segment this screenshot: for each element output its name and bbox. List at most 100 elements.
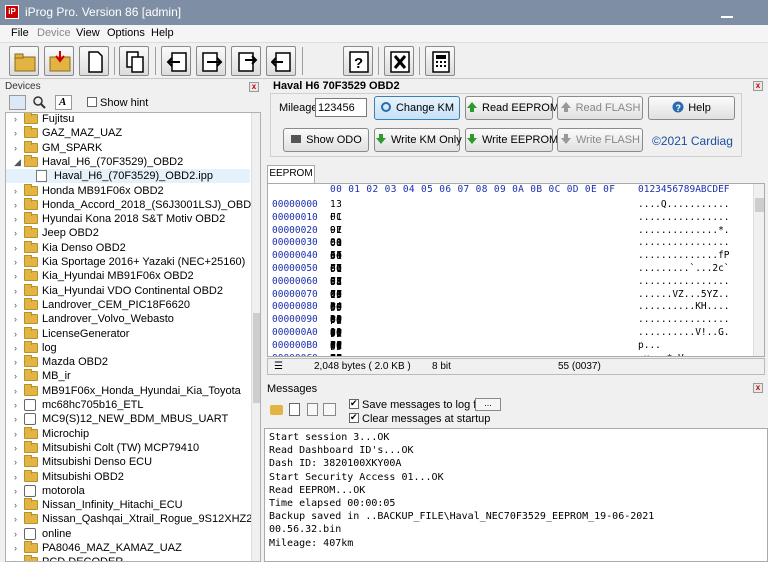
chevron-right-icon[interactable]: › (14, 269, 22, 283)
tree-item[interactable]: › MC9(S)12_NEW_BDM_MBUS_UART (6, 412, 250, 426)
tree-item[interactable]: › Nissan_Qashqai_Xtrail_Rogue_9S12XHZ256_… (6, 512, 260, 526)
write-eeprom-button[interactable]: Write EEPROM (465, 128, 558, 152)
devices-scrollbar[interactable] (251, 113, 260, 561)
show-odo-button[interactable]: Show ODO (283, 128, 369, 152)
tree-item[interactable]: › MB91F06x_Honda_Hyundai_Kia_Toyota (6, 383, 250, 398)
menu-view[interactable]: View (76, 27, 100, 39)
tree-item[interactable]: › MB_ir (6, 369, 250, 383)
close-icon[interactable] (384, 46, 414, 76)
chevron-right-icon[interactable]: › (14, 384, 22, 398)
tree-view-icon[interactable] (9, 95, 26, 110)
read-flash-button[interactable]: Read FLASH (557, 96, 643, 120)
chevron-right-icon[interactable]: › (14, 255, 22, 269)
tree-item[interactable]: › Fujitsu (6, 113, 250, 126)
chevron-right-icon[interactable]: › (14, 398, 22, 412)
read-eeprom-button[interactable]: Read EEPROM (465, 96, 559, 120)
chevron-right-icon[interactable]: › (14, 427, 22, 441)
chevron-right-icon[interactable]: › (14, 126, 22, 140)
tree-item[interactable]: › Mitsubishi Denso ECU (6, 455, 250, 469)
new-file-icon[interactable] (79, 46, 109, 76)
chevron-right-icon[interactable]: › (14, 341, 22, 355)
brush-icon[interactable] (270, 405, 283, 415)
chevron-right-icon[interactable]: › (14, 527, 22, 541)
menu-help[interactable]: Help (151, 27, 174, 39)
tree-item[interactable]: ◢ Haval_H6_(70F3529)_OBD2 (6, 154, 250, 169)
chevron-right-icon[interactable]: › (14, 555, 22, 561)
mileage-input[interactable] (315, 98, 367, 117)
clear-startup-checkbox[interactable]: Clear messages at startup (349, 412, 490, 425)
tree-item[interactable]: › Kia_Hyundai MB91F06x OBD2 (6, 269, 250, 283)
chevron-right-icon[interactable]: › (14, 484, 22, 498)
minimize-icon[interactable] (721, 6, 733, 18)
tree-item[interactable]: › online (6, 527, 250, 541)
edit-icon[interactable] (231, 46, 261, 76)
copy-icon[interactable] (119, 46, 149, 76)
tree-item[interactable]: › Landrover_CEM_PIC18F6620 (6, 297, 250, 312)
menu-icon[interactable]: ☰ (274, 361, 283, 372)
tree-item[interactable]: › Jeep OBD2 (6, 226, 250, 240)
chevron-right-icon[interactable]: › (14, 470, 22, 484)
browse-log-button[interactable]: ... (475, 398, 501, 411)
chevron-right-icon[interactable]: › (14, 198, 22, 212)
tree-item[interactable]: › Honda MB91F06x OBD2 (6, 183, 250, 198)
tab-eeprom[interactable]: EEPROM (267, 165, 315, 183)
tree-item[interactable]: › Honda_Accord_2018_(S6J3001LSJ)_OBD2 (6, 197, 257, 212)
chevron-right-icon[interactable]: › (14, 498, 22, 512)
show-hint-checkbox[interactable]: Show hint (87, 97, 148, 109)
chevron-right-icon[interactable]: › (14, 441, 22, 455)
chevron-right-icon[interactable]: › (14, 327, 22, 341)
tree-item[interactable]: › motorola (6, 484, 250, 498)
tree-item[interactable]: › Microchip (6, 426, 250, 441)
tree-item[interactable]: › LicenseGenerator (6, 326, 250, 341)
font-icon[interactable]: A (55, 95, 72, 110)
change-km-button[interactable]: Change KM (374, 96, 460, 120)
help-button[interactable]: ? Help (648, 96, 735, 120)
tree-item[interactable]: › mc68hc705b16_ETL (6, 398, 250, 412)
chevron-right-icon[interactable]: › (14, 141, 22, 155)
tree-item[interactable]: › Kia Sportage 2016+ Yazaki (NEC+25160) (6, 255, 250, 269)
chevron-right-icon[interactable]: › (14, 455, 22, 469)
panel-close-icon[interactable]: x (753, 81, 763, 91)
write-km-only-button[interactable]: Write KM Only (374, 128, 462, 152)
tree-item[interactable]: › Mazda OBD2 (6, 355, 250, 369)
tree-item[interactable]: › Kia Denso OBD2 (6, 240, 250, 255)
log-icon[interactable] (289, 403, 300, 416)
search-icon[interactable] (32, 95, 49, 110)
tree-item[interactable]: › Nissan_Infinity_Hitachi_ECU (6, 498, 250, 512)
scrollbar-thumb[interactable] (755, 198, 764, 212)
chevron-right-icon[interactable]: › (14, 355, 22, 369)
tree-item[interactable]: › GAZ_MAZ_UAZ (6, 126, 250, 140)
tree-item[interactable]: › GM_SPARK (6, 140, 250, 155)
chevron-right-icon[interactable]: › (14, 412, 22, 426)
tree-item[interactable]: › Mitsubishi OBD2 (6, 469, 250, 484)
tree-item[interactable]: › PCD DECODER (6, 555, 250, 561)
tree-item[interactable]: › Kia_Hyundai VDO Continental OBD2 (6, 283, 250, 298)
chevron-right-icon[interactable]: › (14, 113, 22, 126)
tree-item[interactable]: › Hyundai Kona 2018 S&T Motiv OBD2 (6, 212, 250, 226)
chevron-down-icon[interactable]: ◢ (14, 155, 22, 169)
chevron-right-icon[interactable]: › (14, 512, 22, 526)
arrow-right-icon[interactable] (196, 46, 226, 76)
copy-icon[interactable] (307, 403, 318, 416)
chevron-right-icon[interactable]: › (14, 312, 22, 326)
calculator-icon[interactable] (425, 46, 455, 76)
tree-item[interactable]: › PA8046_MAZ_KAMAZ_UAZ (6, 541, 250, 555)
messages-close-icon[interactable]: x (753, 383, 763, 393)
help-icon[interactable]: ? (343, 46, 373, 76)
refresh-icon[interactable] (266, 46, 296, 76)
tree-item[interactable]: › log (6, 340, 250, 355)
tree-item[interactable]: Haval_H6_(70F3529)_OBD2.ipp (6, 169, 250, 184)
tree-item[interactable]: › Landrover_Volvo_Webasto (6, 312, 250, 326)
save-log-checkbox[interactable]: Save messages to log file (349, 398, 487, 411)
chevron-right-icon[interactable]: › (14, 226, 22, 240)
chevron-right-icon[interactable]: › (14, 184, 22, 198)
save-folder-icon[interactable] (44, 46, 74, 76)
menu-options[interactable]: Options (107, 27, 145, 39)
menu-device[interactable]: Device (37, 27, 71, 39)
chevron-right-icon[interactable]: › (14, 212, 22, 226)
options-icon[interactable] (323, 403, 336, 416)
chevron-right-icon[interactable]: › (14, 298, 22, 312)
arrow-left-icon[interactable] (161, 46, 191, 76)
hex-scrollbar[interactable] (753, 184, 764, 356)
scrollbar-thumb[interactable] (253, 313, 260, 403)
